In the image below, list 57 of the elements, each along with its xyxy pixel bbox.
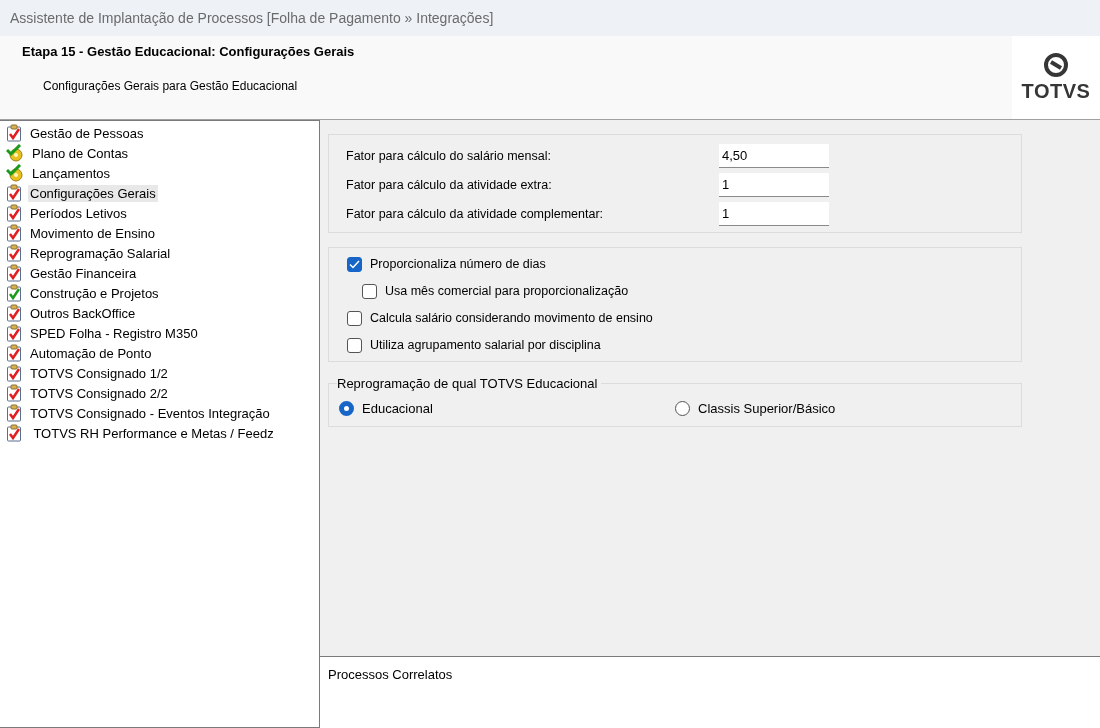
checkbox-label: Proporcionaliza número de dias (370, 257, 546, 271)
step-subtitle: Configurações Gerais para Gestão Educacional (42, 79, 299, 93)
step-item[interactable]: TOTVS Consignado 1/2 (28, 364, 170, 382)
clipboard-check-icon (6, 404, 22, 422)
clipboard-check-icon (6, 364, 22, 382)
clipboard-check-icon (6, 304, 22, 322)
clipboard-check-icon (6, 284, 22, 302)
field-label: Fator para cálculo da atividade extra: (346, 177, 553, 192)
clipboard-check-icon (6, 384, 22, 402)
clipboard-check-icon (6, 224, 22, 242)
checkbox[interactable] (347, 337, 362, 353)
step-item[interactable]: Gestão Financeira (28, 264, 139, 282)
step-item[interactable]: Reprogramação Salarial (28, 244, 173, 262)
clipboard-check-icon (6, 184, 22, 202)
radio-button[interactable] (339, 401, 354, 416)
step-title: Etapa 15 - Gestão Educacional: Configurações Gerais (22, 44, 356, 59)
step-item[interactable]: TOTVS Consignado 2/2 (28, 384, 170, 402)
field-label: Fator para cálculo da atividade complementar: (346, 206, 605, 221)
group-legend: Reprogramação de qual TOTVS Educacional (337, 376, 602, 391)
clipboard-check-icon (6, 324, 22, 342)
step-item[interactable]: Períodos Letivos (28, 204, 129, 222)
checkbox[interactable] (347, 310, 362, 326)
window-title: Assistente de Implantação de Processos [Folha de Pagamento » Integrações] (0, 0, 1100, 36)
clipboard-check-icon (6, 344, 22, 362)
step-item[interactable]: Gestão de Pessoas (28, 124, 146, 142)
radio-label: Educacional (362, 401, 433, 416)
radio-label: Classis Superior/Básico (698, 401, 836, 416)
checkbox-label: Utiliza agrupamento salarial por disciplina (370, 338, 601, 352)
radio-button[interactable] (675, 401, 690, 416)
checkbox[interactable] (362, 283, 377, 299)
step-item[interactable]: Plano de Contas (30, 144, 131, 162)
step-item[interactable]: Automação de Ponto (28, 344, 154, 362)
clipboard-check-icon (6, 264, 22, 282)
step-item[interactable]: TOTVS RH Performance e Metas / Feedz (28, 424, 276, 442)
step-item[interactable]: Construção e Projetos (28, 284, 161, 302)
step-item[interactable]: SPED Folha - Registro M350 (28, 324, 200, 342)
step-item[interactable]: Movimento de Ensino (28, 224, 157, 242)
input-field[interactable]: 4,50 (719, 143, 829, 168)
logo-icon (1043, 52, 1069, 78)
related-title: Processos Correlatos (328, 667, 453, 682)
clipboard-check-icon (6, 204, 22, 222)
clipboard-check-icon (6, 124, 22, 142)
input-field[interactable]: 1 (719, 201, 829, 226)
step-item[interactable]: Lançamentos (30, 164, 113, 182)
step-item[interactable]: TOTVS Consignado - Eventos Integração (28, 404, 272, 422)
checkbox-label: Usa mês comercial para proporcionalização (385, 284, 629, 298)
clipboard-check-icon (6, 244, 22, 262)
clipboard-check-icon (6, 424, 22, 442)
logo-text: TOTVS (1021, 80, 1091, 103)
gear-check-icon (6, 144, 24, 162)
step-item[interactable]: Configurações Gerais (28, 184, 158, 202)
input-field[interactable]: 1 (719, 172, 829, 197)
checkbox[interactable] (347, 256, 362, 272)
step-item[interactable]: Outros BackOffice (28, 304, 138, 322)
field-label: Fator para cálculo do salário mensal: (346, 148, 552, 163)
gear-check-icon (6, 164, 24, 182)
checkbox-label: Calcula salário considerando movimento de ensino (370, 311, 653, 325)
